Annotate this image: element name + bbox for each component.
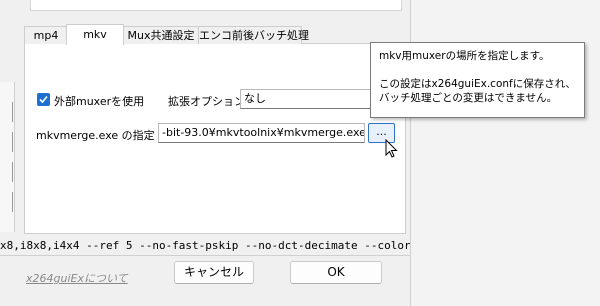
top-edge bbox=[0, 0, 410, 16]
use-external-muxer-checkbox[interactable] bbox=[37, 93, 50, 106]
settings-dialog: mp4 mkv Mux共通設定 エンコ前後バッチ処理 外部muxerを使用 拡張… bbox=[0, 0, 410, 306]
checkmark-icon bbox=[39, 95, 48, 104]
mkvmerge-path-label: mkvmerge.exe の指定 bbox=[36, 129, 155, 142]
mkvmerge-path-input[interactable]: -bit-93.0¥mkvtoolnix¥mkvmerge.exe bbox=[158, 123, 365, 143]
mouse-cursor-icon bbox=[385, 138, 398, 162]
divider bbox=[0, 255, 410, 256]
extended-option-label: 拡張オプション bbox=[168, 95, 245, 108]
tab-mkv[interactable]: mkv bbox=[66, 24, 124, 45]
use-external-muxer-label[interactable]: 外部muxerを使用 bbox=[54, 93, 144, 109]
about-link[interactable]: x264guiExについて bbox=[26, 270, 128, 286]
left-panel-edge bbox=[0, 82, 15, 232]
tab-mux-common[interactable]: Mux共通設定 bbox=[122, 26, 200, 44]
tooltip-line-2: この設定はx264guiEx.confに保存され、 bbox=[379, 78, 576, 90]
tooltip-line-3: バッチ処理ごとの変更はできません。 bbox=[379, 92, 558, 104]
tooltip-line-1: mkv用muxerの場所を指定します。 bbox=[379, 50, 550, 62]
ok-button[interactable]: OK bbox=[290, 261, 382, 284]
tab-mp4[interactable]: mp4 bbox=[24, 26, 68, 44]
tab-encode-batch[interactable]: エンコ前後バッチ処理 bbox=[198, 26, 309, 44]
tooltip: mkv用muxerの場所を指定します。 この設定はx264guiEx.confに… bbox=[370, 42, 585, 118]
cancel-button[interactable]: キャンセル bbox=[174, 261, 254, 284]
command-line-preview: x8,i8x8,i4x4 --ref 5 --no-fast-pskip --n… bbox=[0, 239, 410, 252]
